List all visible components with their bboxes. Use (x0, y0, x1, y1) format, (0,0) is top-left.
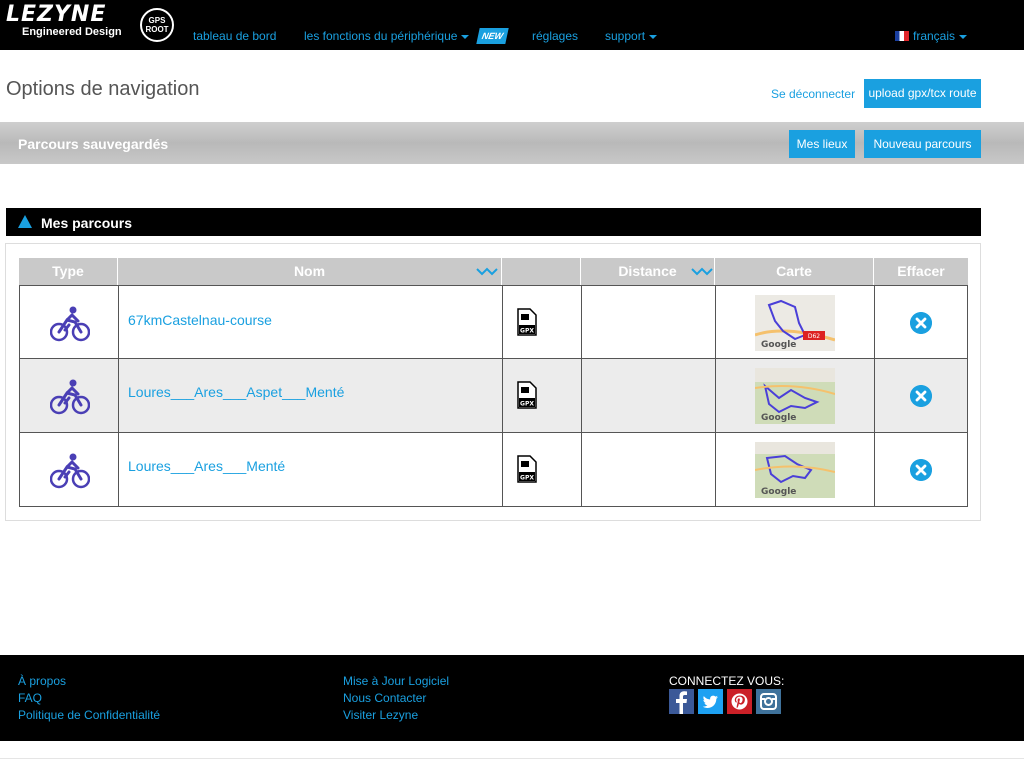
upload-route-button[interactable]: upload gpx/tcx route (864, 79, 981, 108)
logout-link[interactable]: Se déconnecter (771, 87, 855, 101)
delete-icon[interactable] (910, 459, 932, 481)
nav-support-label: support (605, 29, 646, 43)
connect-label: CONNECTEZ VOUS: (669, 674, 785, 688)
sort-icon[interactable] (476, 267, 498, 277)
column-divider (118, 359, 119, 432)
gpx-file-label: GPX (520, 328, 534, 335)
gpx-file-icon[interactable]: GPX (517, 308, 537, 336)
header-file (502, 258, 581, 285)
saved-routes-title: Parcours sauvegardés (18, 136, 169, 152)
google-logo: Google (761, 340, 796, 350)
column-divider (715, 433, 716, 506)
table-row: 67kmCastelnau-course GPX D62 Google (19, 285, 968, 359)
route-map-thumbnail[interactable]: D62 Google (755, 295, 835, 351)
footer (0, 655, 1024, 741)
lezyne-logo[interactable]: LEZYNE Engineered Design GPS ROOT (6, 4, 176, 48)
column-divider (874, 286, 875, 359)
bike-icon (50, 379, 90, 415)
column-divider (118, 433, 119, 506)
instagram-icon[interactable] (756, 689, 781, 714)
french-flag-icon (895, 31, 909, 41)
route-name-link[interactable]: Loures___Ares___Menté (128, 458, 285, 474)
twitter-icon[interactable] (698, 689, 723, 714)
gpx-file-icon[interactable]: GPX (517, 381, 537, 409)
gps-root-badge: GPS ROOT (140, 8, 174, 42)
column-divider (502, 286, 503, 359)
language-selector[interactable]: français (895, 28, 968, 44)
route-name-link[interactable]: Loures___Ares___Aspet___Menté (128, 384, 344, 400)
footer-about-link[interactable]: À propos (18, 674, 66, 688)
column-divider (502, 433, 503, 506)
column-divider (715, 359, 716, 432)
logo-wordmark: LEZYNE (6, 2, 107, 27)
pinterest-icon[interactable] (727, 689, 752, 714)
header-type: Type (19, 258, 118, 285)
nav-dashboard[interactable]: tableau de bord (193, 28, 276, 44)
google-logo: Google (761, 413, 796, 423)
column-divider (581, 286, 582, 359)
column-divider (874, 433, 875, 506)
chevron-down-icon (461, 34, 470, 39)
chevron-down-icon (959, 34, 968, 39)
nav-device-features-label: les fonctions du périphérique (304, 29, 458, 43)
gpx-file-icon[interactable]: GPX (517, 455, 537, 483)
gpx-file-label: GPX (520, 401, 534, 408)
footer-update-link[interactable]: Mise à Jour Logiciel (343, 674, 449, 688)
google-logo: Google (761, 487, 796, 497)
route-map-thumbnail[interactable]: Google (755, 368, 835, 424)
footer-privacy-link[interactable]: Politique de Confidentialité (18, 708, 160, 722)
route-name-link[interactable]: 67kmCastelnau-course (128, 312, 272, 328)
new-route-button[interactable]: Nouveau parcours (864, 130, 981, 158)
header-map: Carte (715, 258, 874, 285)
bike-icon (50, 306, 90, 342)
column-divider (502, 359, 503, 432)
table-row: Loures___Ares___Menté GPX Google (19, 433, 968, 507)
table-row: Loures___Ares___Aspet___Menté GPX Google (19, 359, 968, 433)
column-divider (874, 359, 875, 432)
nav-support[interactable]: support (605, 28, 658, 44)
facebook-icon[interactable] (669, 689, 694, 714)
delete-icon[interactable] (910, 385, 932, 407)
footer-faq-link[interactable]: FAQ (18, 691, 42, 705)
collapse-triangle-icon (18, 215, 32, 228)
top-navigation: LEZYNE Engineered Design GPS ROOT tablea… (0, 0, 1024, 50)
new-badge: NEW (476, 28, 509, 44)
delete-icon[interactable] (910, 312, 932, 334)
chevron-down-icon (649, 34, 658, 39)
routes-table-header: Type Nom Distance Carte Effacer (19, 258, 968, 285)
gpx-file-label: GPX (520, 475, 534, 482)
my-places-button[interactable]: Mes lieux (789, 130, 855, 158)
section-title: Mes parcours (41, 215, 133, 231)
bike-icon (50, 453, 90, 489)
language-label: français (913, 29, 956, 43)
nav-settings[interactable]: réglages (532, 28, 578, 44)
nav-device-features[interactable]: les fonctions du périphérique (304, 28, 470, 44)
route-map-thumbnail[interactable]: Google (755, 442, 835, 498)
footer-contact-link[interactable]: Nous Contacter (343, 691, 426, 705)
header-name[interactable]: Nom (118, 258, 502, 285)
column-divider (715, 286, 716, 359)
logo-tagline: Engineered Design (22, 26, 122, 38)
page-bottom-divider (0, 758, 1024, 759)
column-divider (118, 286, 119, 359)
sort-icon[interactable] (691, 267, 713, 277)
column-divider (581, 433, 582, 506)
footer-visit-link[interactable]: Visiter Lezyne (343, 708, 418, 722)
column-divider (581, 359, 582, 432)
page-title: Options de navigation (6, 78, 200, 100)
road-badge-label: D62 (808, 333, 820, 340)
header-delete: Effacer (897, 263, 945, 279)
my-routes-section-header[interactable]: Mes parcours (6, 208, 981, 236)
